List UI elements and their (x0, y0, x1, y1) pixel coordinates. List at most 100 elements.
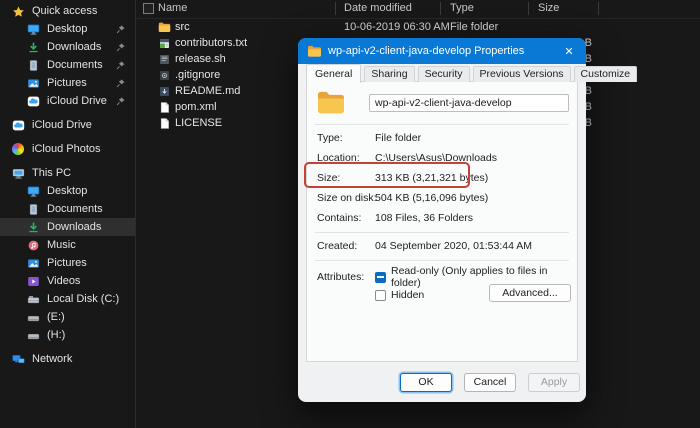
monitor-icon (27, 23, 40, 36)
sidebar-item-pictures[interactable]: Pictures (0, 74, 135, 92)
dialog-tabs: General Sharing Security Previous Versions C… (306, 64, 638, 83)
divider (315, 232, 569, 233)
sidebar-item-this-pc[interactable]: This PC (0, 164, 135, 182)
sidebar-item-icloud-photos[interactable]: iCloud Photos (0, 140, 135, 158)
computer-icon (12, 167, 25, 180)
sidebar-item-label: Pictures (47, 77, 87, 89)
cloud-icon (12, 119, 25, 132)
tab-previous-versions[interactable]: Previous Versions (472, 66, 571, 82)
detail-value: C:\Users\Asus\Downloads (375, 152, 497, 164)
sidebar-item-videos[interactable]: Videos (0, 272, 135, 290)
detail-row-created: Created: 04 September 2020, 01:53:44 AM (307, 238, 577, 254)
tab-sharing[interactable]: Sharing (364, 66, 415, 82)
drive-icon (27, 329, 40, 342)
divider (315, 124, 569, 125)
music-icon (27, 239, 40, 252)
detail-label: Size: (317, 172, 341, 184)
file-list-header: Name Date modified Type Size (137, 0, 700, 19)
detail-label: Created: (317, 240, 358, 252)
star-icon (12, 5, 25, 18)
sidebar-item-local-disk-c[interactable]: Local Disk (C:) (0, 290, 135, 308)
general-tab-panel: Type: File folder Location: C:\Users\Asus\D… (306, 81, 578, 362)
sidebar-item-desktop[interactable]: Desktop (0, 182, 135, 200)
hidden-label: Hidden (391, 289, 425, 301)
detail-row-size-on-disk: Size on disk: 504 KB (5,16,096 bytes) (307, 190, 577, 206)
sidebar-item-desktop[interactable]: Desktop (0, 20, 135, 38)
sidebar-item-h[interactable]: (H:) (0, 326, 135, 344)
detail-value: 504 KB (5,16,096 bytes) (375, 192, 489, 204)
sidebar-item-e[interactable]: (E:) (0, 308, 135, 326)
sidebar-item-label: This PC (32, 167, 72, 179)
pin-icon (115, 60, 126, 71)
file-icon (158, 117, 171, 130)
pin-icon (115, 42, 126, 53)
sidebar-section-icloud-drive: iCloud Drive (0, 116, 135, 134)
sidebar-section-this-pc: This PC Desktop Documents Downloads Music Pic… (0, 164, 135, 344)
photos-icon (12, 142, 25, 156)
network-icon (12, 353, 25, 366)
sidebar-item-label: Documents (47, 203, 103, 215)
file-name: README.md (175, 85, 241, 97)
column-header-date-modified[interactable]: Date modified (344, 2, 412, 14)
readonly-attribute: Read-only (Only applies to files in fold… (375, 265, 577, 289)
sidebar-item-music[interactable]: Music (0, 236, 135, 254)
pictures-icon (27, 77, 40, 90)
close-icon[interactable]: ✕ (561, 45, 577, 58)
column-header-type[interactable]: Type (450, 2, 474, 14)
sidebar-item-label: Desktop (47, 185, 88, 197)
tab-security[interactable]: Security (417, 66, 470, 82)
detail-label: Size on disk: (317, 192, 377, 204)
tab-customize[interactable]: Customize (573, 66, 638, 82)
sidebar-item-network[interactable]: Network (0, 350, 135, 368)
folder-name-field[interactable] (369, 94, 569, 112)
file-name: .gitignore (175, 69, 221, 81)
file-name: src (175, 21, 190, 33)
sidebar-item-downloads[interactable]: Downloads (0, 38, 135, 56)
script-file-icon (158, 53, 171, 66)
sidebar-item-label: (E:) (47, 311, 65, 323)
sidebar-item-label: iCloud Photos (32, 143, 101, 155)
tab-general[interactable]: General (306, 64, 362, 83)
sidebar-item-downloads[interactable]: Downloads (0, 218, 135, 236)
drive-icon (27, 311, 40, 324)
file-name: contributors.txt (175, 37, 248, 49)
divider (315, 260, 569, 261)
cancel-button[interactable]: Cancel (464, 372, 516, 392)
file-type: File folder (450, 21, 499, 33)
column-divider (440, 2, 441, 15)
download-icon (27, 41, 40, 54)
apply-button[interactable]: Apply (528, 372, 580, 392)
sidebar-item-label: Videos (47, 275, 81, 287)
file-row-src[interactable]: src 10-06-2019 06:30 AM File folder (137, 20, 700, 36)
sidebar-item-quick-access[interactable]: Quick access (0, 2, 135, 20)
sidebar-item-pictures[interactable]: Pictures (0, 254, 135, 272)
file-name: LICENSE (175, 117, 223, 129)
text-file-icon (158, 37, 171, 50)
sidebar-item-label: Quick access (32, 5, 98, 17)
dialog-titlebar[interactable]: wp-api-v2-client-java-develop Properties… (298, 38, 586, 64)
sidebar-item-documents[interactable]: Documents (0, 56, 135, 74)
hidden-attribute: Hidden (375, 288, 424, 302)
ok-button[interactable]: OK (400, 372, 452, 392)
file-date-modified: 10-06-2019 06:30 AM (344, 21, 450, 33)
file-explorer-window: Quick access Desktop Downloads Documents Pic… (0, 0, 700, 428)
hidden-checkbox[interactable] (375, 289, 386, 301)
sidebar-item-documents[interactable]: Documents (0, 200, 135, 218)
markdown-file-icon (158, 85, 171, 98)
sidebar-item-label: Downloads (47, 41, 102, 53)
document-icon (27, 203, 40, 216)
cloud-icon (27, 95, 40, 108)
select-all-checkbox[interactable] (143, 3, 154, 14)
column-header-size[interactable]: Size (538, 2, 559, 14)
readonly-checkbox[interactable] (375, 271, 386, 283)
xml-file-icon (158, 101, 171, 114)
sidebar-item-icloud-drive[interactable]: iCloud Drive (0, 116, 135, 134)
column-header-name[interactable]: Name (158, 2, 187, 14)
detail-label: Type: (317, 132, 343, 144)
detail-row-contains: Contains: 108 Files, 36 Folders (307, 210, 577, 226)
advanced-button[interactable]: Advanced... (489, 284, 571, 302)
sidebar-item-label: iCloud Drive (32, 119, 92, 131)
folder-icon (307, 45, 322, 58)
sidebar-item-label: Downloads (47, 221, 102, 233)
sidebar-item-icloud-drive[interactable]: iCloud Drive (0, 92, 135, 110)
